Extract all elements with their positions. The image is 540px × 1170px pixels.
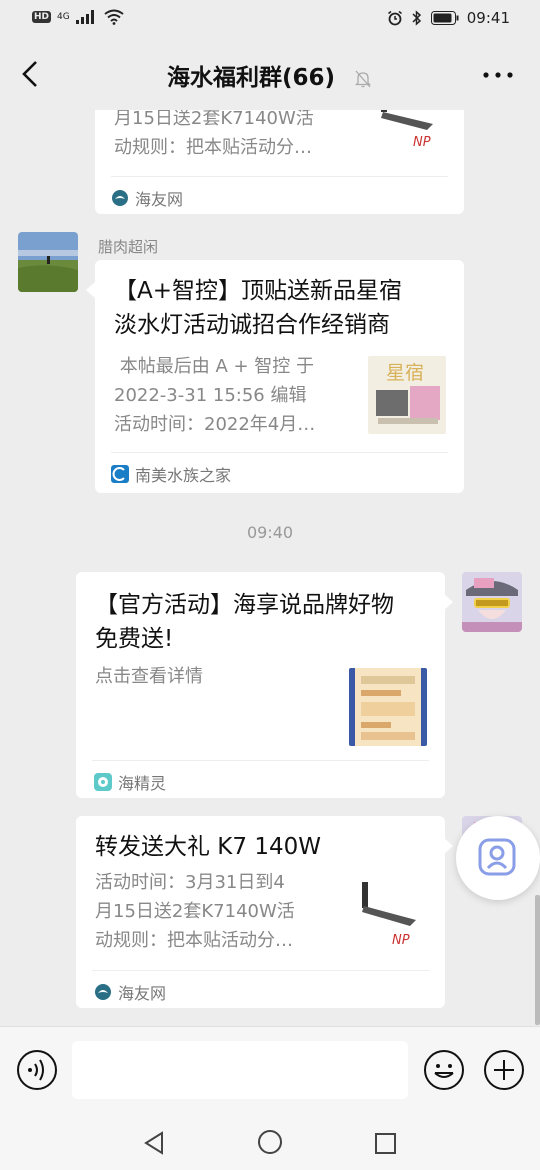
scrollbar[interactable] xyxy=(535,895,540,1025)
bell-off-icon xyxy=(354,70,372,87)
card-desc-line: 活动时间：2022年4月… xyxy=(114,414,316,435)
square-recent-icon xyxy=(375,1133,396,1154)
card-desc-line: 动规则：把本贴活动分… xyxy=(114,137,312,158)
wifi-icon xyxy=(104,9,124,25)
card-source-label: 海友网 xyxy=(118,984,167,1003)
link-card[interactable]: 月15日送2套K7140W活 动规则：把本贴活动分… NP 海友网 xyxy=(95,110,464,214)
bluetooth-icon xyxy=(412,10,421,26)
floating-assistant-button[interactable] xyxy=(456,816,540,900)
card-thumbnail: 星宿 xyxy=(368,356,446,434)
system-nav-bar xyxy=(0,1114,540,1170)
card-source-label: 海精灵 xyxy=(118,774,167,793)
input-bar xyxy=(0,1026,540,1114)
card-desc-line: 月15日送2套K7140W活 xyxy=(95,901,295,922)
card-source-label: 南美水族之家 xyxy=(135,466,232,485)
card-divider xyxy=(92,760,429,761)
chat-title: 海水福利群(66) xyxy=(166,65,335,91)
nav-recent-button[interactable] xyxy=(370,1128,400,1158)
link-card[interactable]: 【官方活动】海享说品牌好物 免费送! 点击查看详情 海精灵 xyxy=(76,572,445,798)
card-desc-line: 活动时间：3月31日到4 xyxy=(95,872,285,893)
card-thumbnail: NP xyxy=(356,880,426,950)
card-divider xyxy=(111,176,448,177)
bubble-tail xyxy=(86,282,95,298)
link-card[interactable]: 转发送大礼 K7 140W 活动时间：3月31日到4 月15日送2套K7140W… xyxy=(76,816,445,1008)
more-button[interactable] xyxy=(478,60,518,90)
avatar[interactable] xyxy=(18,232,78,292)
card-title-line: 【官方活动】海享说品牌好物 xyxy=(95,592,394,618)
avatar[interactable] xyxy=(462,572,522,632)
card-source: 海精灵 xyxy=(94,770,166,794)
emoji-button[interactable] xyxy=(423,1049,465,1091)
plus-icon xyxy=(484,1050,524,1090)
card-source: 海友网 xyxy=(94,980,166,1004)
link-card[interactable]: 【A+智控】顶贴送新品星宿 淡水灯活动诚招合作经销商 本帖最后由 A + 智控 … xyxy=(95,260,464,493)
circle-home-icon xyxy=(258,1130,282,1154)
clock: 09:41 xyxy=(466,9,510,27)
alarm-icon xyxy=(387,10,402,26)
more-dots-icon xyxy=(483,72,513,78)
card-title-line: 淡水灯活动诚招合作经销商 xyxy=(114,312,390,338)
card-title-line: 【A+智控】顶贴送新品星宿 xyxy=(114,278,403,304)
svg-text:NP: NP xyxy=(392,933,410,948)
card-source-label: 海友网 xyxy=(135,190,184,209)
timestamp: 09:40 xyxy=(246,523,294,542)
emoji-icon xyxy=(424,1050,464,1090)
svg-text:NP: NP xyxy=(413,135,431,150)
card-title-line: 免费送! xyxy=(95,626,174,652)
haijingling-logo-icon xyxy=(94,773,112,791)
triangle-back-icon xyxy=(144,1131,163,1155)
bubble-tail xyxy=(444,838,453,854)
network-label: 4G xyxy=(57,12,70,22)
card-desc-line: 本帖最后由 A + 智控 于 xyxy=(114,356,315,377)
card-thumbnail xyxy=(349,668,427,746)
chat-header: 海水福利群(66) xyxy=(0,38,540,110)
voice-button[interactable] xyxy=(16,1049,58,1091)
card-desc-line: 动规则：把本贴活动分… xyxy=(95,930,293,951)
card-desc-line: 月15日送2套K7140W活 xyxy=(114,110,314,129)
message-input[interactable] xyxy=(72,1041,408,1099)
nav-back-button[interactable] xyxy=(140,1128,170,1158)
status-bar: HD 4G 09:41 xyxy=(0,0,540,38)
haiyou-logo-icon xyxy=(112,190,128,206)
battery-icon xyxy=(430,11,459,25)
card-source: 海友网 xyxy=(111,186,183,210)
nav-home-button[interactable] xyxy=(254,1126,286,1158)
bubble-tail xyxy=(444,594,453,610)
voice-icon xyxy=(17,1050,57,1090)
card-source: 南美水族之家 xyxy=(111,462,231,486)
card-thumbnail: NP xyxy=(373,110,445,152)
card-desc-line: 点击查看详情 xyxy=(95,666,203,687)
assistant-icon xyxy=(478,838,516,876)
haiyou-logo-icon xyxy=(95,984,111,1000)
signal-icon xyxy=(75,10,94,24)
card-title-line: 转发送大礼 K7 140W xyxy=(95,834,321,860)
card-divider xyxy=(92,970,429,971)
sender-name: 腊肉超闲 xyxy=(98,238,159,256)
card-divider xyxy=(111,452,448,453)
card-desc-line: 2022-3-31 15:56 编辑 xyxy=(114,385,307,406)
hd-indicator: HD xyxy=(32,11,52,23)
nanmei-logo-icon xyxy=(111,465,129,483)
plus-button[interactable] xyxy=(483,1049,525,1091)
